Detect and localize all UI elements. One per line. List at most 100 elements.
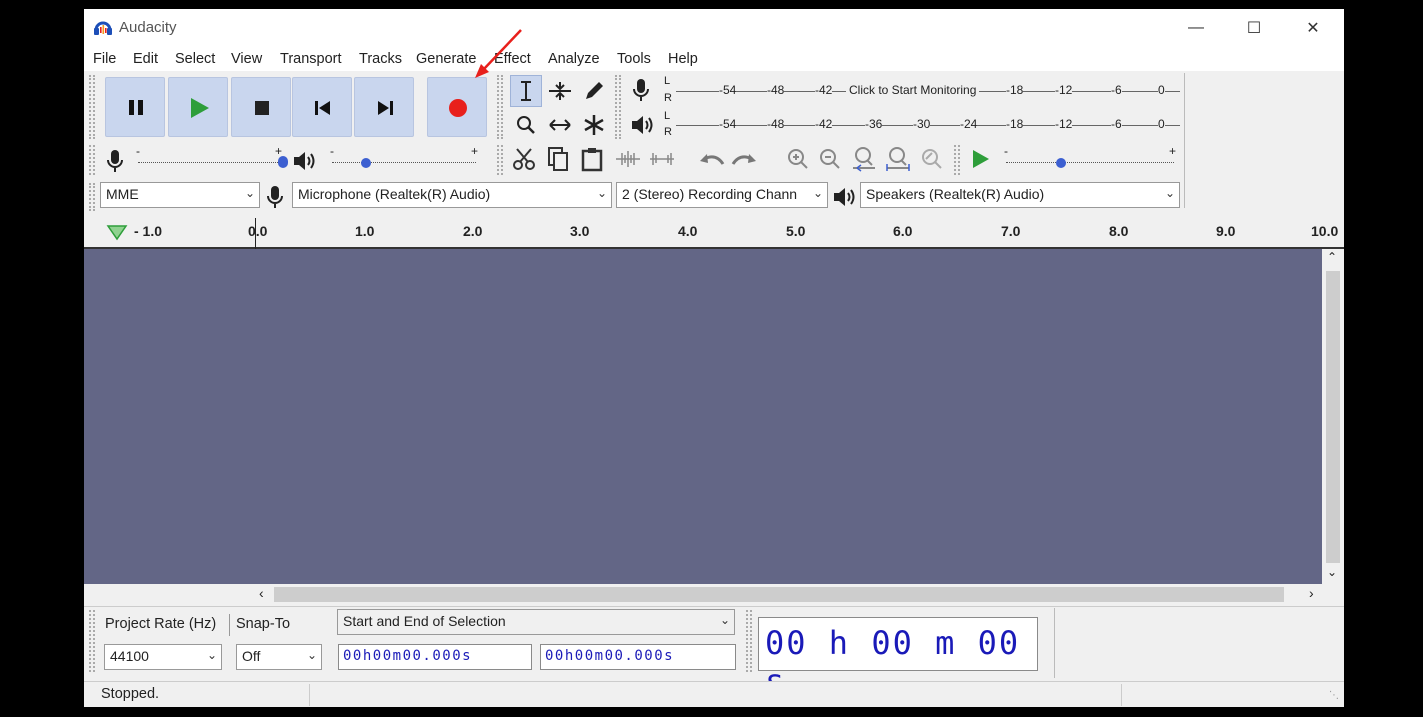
paste-button[interactable]: [576, 143, 608, 175]
time-grip[interactable]: [746, 610, 752, 672]
fit-selection-button[interactable]: [848, 143, 880, 175]
menu-transport[interactable]: Transport: [280, 51, 342, 67]
maximize-button[interactable]: ☐: [1227, 9, 1281, 47]
menu-tools[interactable]: Tools: [617, 51, 651, 67]
zoom-out-button[interactable]: [814, 143, 846, 175]
playback-meter-button[interactable]: [630, 113, 656, 140]
record-meter-button[interactable]: [630, 77, 652, 106]
multi-tool[interactable]: [578, 109, 610, 141]
menu-edit[interactable]: Edit: [133, 51, 158, 67]
menu-help[interactable]: Help: [668, 51, 698, 67]
redo-button[interactable]: [728, 143, 760, 175]
snap-to-select[interactable]: Off ⌄: [236, 644, 322, 670]
edit-grip[interactable]: [497, 145, 503, 175]
menu-view[interactable]: View: [231, 51, 262, 67]
pause-icon: [129, 100, 143, 115]
playback-device-select[interactable]: Speakers (Realtek(R) Audio) ⌄: [860, 182, 1180, 208]
menu-file[interactable]: File: [93, 51, 116, 67]
stop-button[interactable]: [231, 77, 291, 137]
record-button[interactable]: [427, 77, 487, 137]
slider-thumb[interactable]: [361, 158, 371, 168]
selection-mode-select[interactable]: Start and End of Selection ⌄: [337, 609, 735, 635]
ruler-label: 5.0: [786, 223, 806, 239]
project-rate-select[interactable]: 44100 ⌄: [104, 644, 222, 670]
tools-grip[interactable]: [497, 75, 503, 139]
microphone-icon: [267, 186, 283, 208]
recording-volume-slider[interactable]: - +: [134, 144, 288, 172]
play-at-speed-button[interactable]: [964, 143, 996, 175]
vertical-scroll-thumb[interactable]: [1326, 271, 1340, 563]
selection-tool[interactable]: [510, 75, 542, 107]
record-meter[interactable]: -54 -48 -42 Click to Start Monitoring -1…: [676, 75, 1180, 105]
audio-host-select[interactable]: MME ⌄: [100, 182, 260, 208]
fit-project-button[interactable]: [882, 143, 914, 175]
project-rate-label: Project Rate (Hz): [105, 616, 217, 632]
scroll-down-icon[interactable]: ⌄: [1327, 565, 1337, 579]
mixer-grip[interactable]: [89, 145, 95, 175]
toolbar-grip[interactable]: [89, 75, 95, 139]
toolbar-divider: [1054, 608, 1055, 678]
menu-generate[interactable]: Generate: [416, 51, 476, 67]
play-head-triangle-icon[interactable]: [106, 223, 128, 241]
copy-button[interactable]: [542, 143, 574, 175]
menu-tracks[interactable]: Tracks: [359, 51, 402, 67]
draw-tool[interactable]: [578, 75, 610, 107]
playback-meter[interactable]: -54 -48 -42 -36 -30 -24 -18 -12 -6 0: [676, 109, 1180, 139]
playback-volume-slider[interactable]: - +: [328, 144, 480, 172]
playback-speed-slider[interactable]: - +: [1002, 144, 1178, 172]
horizontal-scroll-thumb[interactable]: [274, 587, 1284, 602]
cut-button[interactable]: [508, 143, 540, 175]
horizontal-scrollbar[interactable]: ‹ ›: [84, 584, 1344, 606]
minimize-button[interactable]: —: [1169, 9, 1223, 47]
device-grip[interactable]: [89, 183, 95, 211]
trim-audio-button[interactable]: [612, 143, 644, 175]
play-at-speed-grip[interactable]: [954, 145, 960, 175]
meter-grip[interactable]: [615, 75, 621, 139]
selection-start-time[interactable]: 00h00m00.000s: [338, 644, 532, 670]
playback-meter-tick: -54: [719, 117, 737, 131]
play-button[interactable]: [168, 77, 228, 137]
ruler-label: 9.0: [1216, 223, 1236, 239]
zoom-in-button[interactable]: [782, 143, 814, 175]
silence-audio-button[interactable]: [646, 143, 678, 175]
play-right-label: R: [664, 126, 672, 138]
scroll-left-icon[interactable]: ‹: [259, 585, 264, 601]
selection-grip[interactable]: [89, 610, 95, 672]
record-meter-tick: -6: [1111, 83, 1122, 97]
zoom-tool[interactable]: [510, 109, 542, 141]
zoom-toggle-button[interactable]: [916, 143, 948, 175]
chevron-down-icon: ⌄: [244, 186, 255, 200]
time-shift-tool[interactable]: [544, 109, 576, 141]
recording-channels-select[interactable]: 2 (Stereo) Recording Chann ⌄: [616, 182, 828, 208]
slider-min-label: -: [1004, 144, 1008, 158]
project-rate-value: 44100: [110, 648, 149, 664]
scroll-right-icon[interactable]: ›: [1309, 585, 1314, 601]
start-monitoring-prompt[interactable]: Click to Start Monitoring: [846, 83, 980, 97]
track-panel[interactable]: [84, 249, 1322, 584]
slider-thumb[interactable]: [278, 156, 288, 168]
pause-button[interactable]: [105, 77, 165, 137]
undo-button[interactable]: [696, 143, 728, 175]
microphone-icon: [633, 79, 649, 101]
close-button[interactable]: ✕: [1286, 9, 1340, 47]
audio-position-display[interactable]: 00 h 00 m 00 s: [758, 617, 1038, 700]
scroll-up-icon[interactable]: ⌃: [1327, 250, 1337, 264]
resize-grip-icon[interactable]: ⋱: [1329, 690, 1339, 701]
vertical-scrollbar[interactable]: ⌃ ⌄: [1322, 249, 1344, 584]
status-bar: Stopped. ⋱: [84, 681, 1344, 707]
skip-to-start-button[interactable]: [292, 77, 352, 137]
menu-select[interactable]: Select: [175, 51, 215, 67]
selection-end-time[interactable]: 00h00m00.000s: [540, 644, 736, 670]
menu-analyze[interactable]: Analyze: [548, 51, 600, 67]
timeline-ruler[interactable]: - 1.0 0.0 1.0 2.0 3.0 4.0 5.0 6.0 7.0 8.…: [84, 214, 1344, 249]
asterisk-icon: [584, 115, 604, 135]
zoom-toggle-icon: [922, 149, 942, 169]
window-title: Audacity: [119, 19, 177, 36]
envelope-tool[interactable]: [544, 75, 576, 107]
recording-device-select[interactable]: Microphone (Realtek(R) Audio) ⌄: [292, 182, 612, 208]
divider: [229, 614, 230, 636]
playback-meter-tick: -48: [767, 117, 785, 131]
zoom-out-icon: [820, 149, 840, 169]
skip-to-end-button[interactable]: [354, 77, 414, 137]
slider-thumb[interactable]: [1056, 158, 1066, 168]
